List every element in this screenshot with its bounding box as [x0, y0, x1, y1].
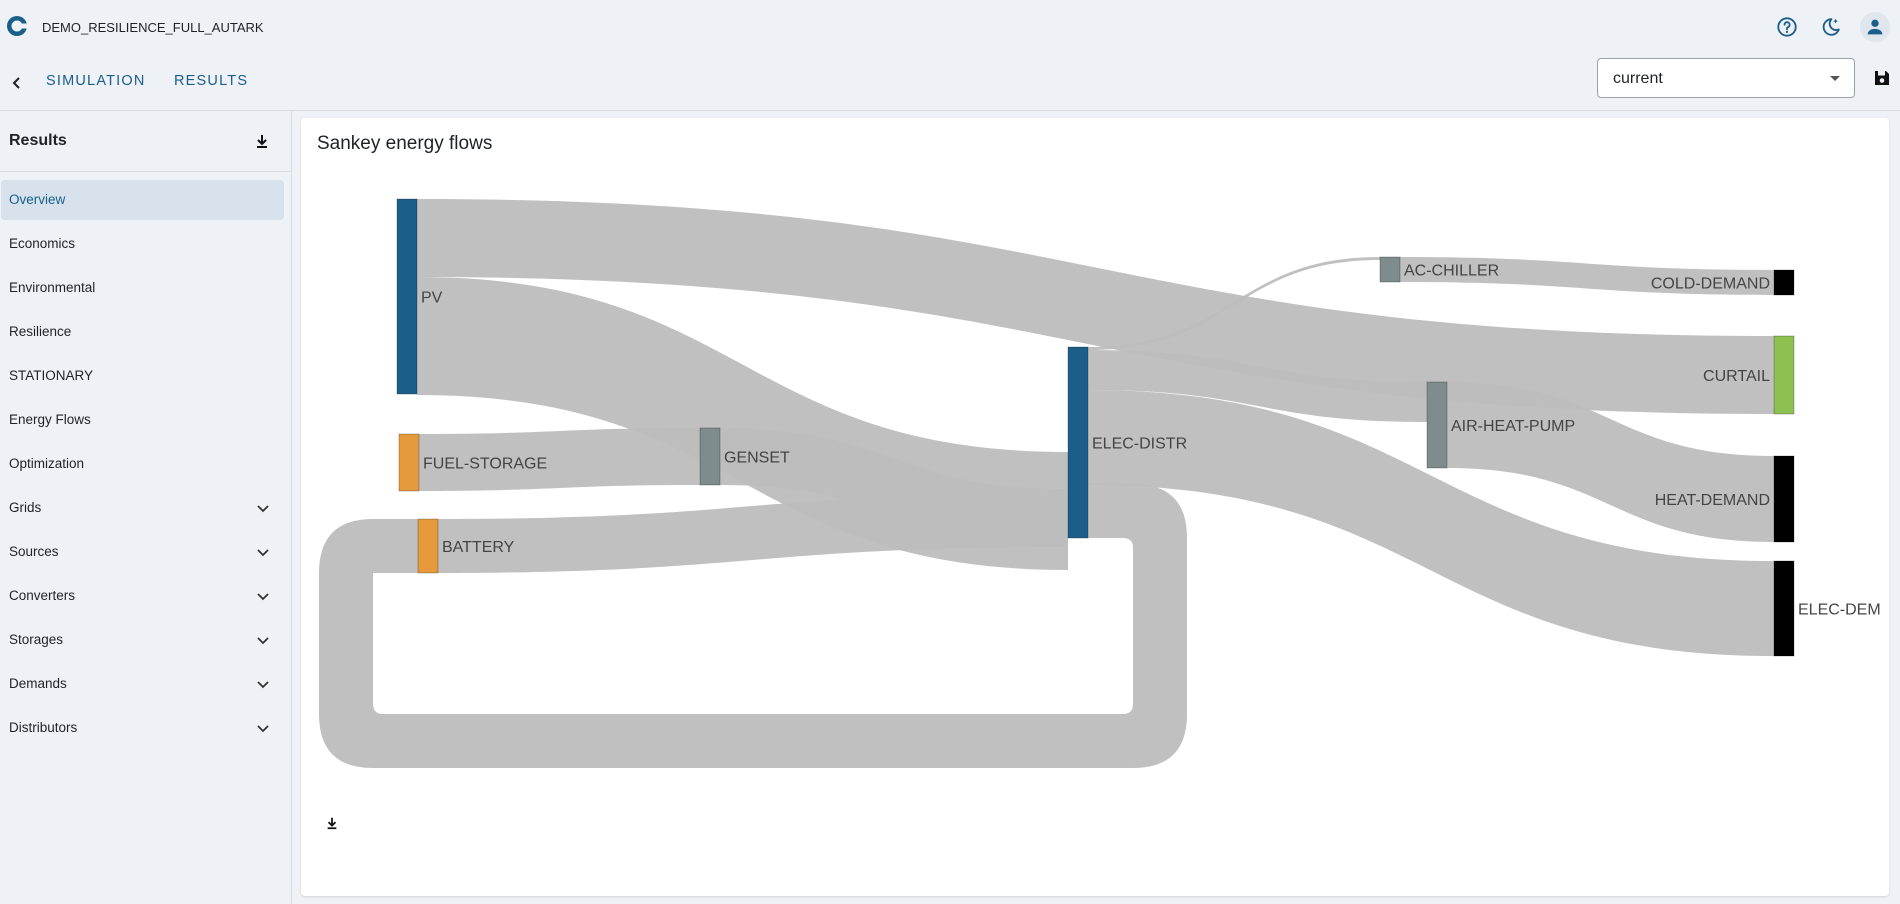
tab-simulation[interactable]: SIMULATION — [46, 73, 146, 89]
sidebar-item-overview[interactable]: Overview — [1, 180, 284, 220]
sidebar-item-grids[interactable]: Grids — [1, 488, 284, 528]
sidebar-item-label: Distributors — [9, 720, 78, 735]
sidebar-item-environmental[interactable]: Environmental — [1, 268, 284, 308]
sankey-node-fuel-storage[interactable] — [398, 433, 420, 492]
download-icon[interactable] — [251, 130, 273, 152]
sidebar-item-distributors[interactable]: Distributors — [1, 708, 284, 748]
sankey-node-genset[interactable] — [699, 427, 721, 486]
sankey-node-elec-dem[interactable] — [1773, 560, 1795, 657]
sidebar-item-label: Optimization — [9, 456, 85, 471]
sidebar-item-label: Overview — [9, 192, 66, 207]
sidebar-item-storages[interactable]: Storages — [1, 620, 284, 660]
sidebar-item-stationary[interactable]: STATIONARY — [1, 356, 284, 396]
sankey-node-heat-demand[interactable] — [1773, 455, 1795, 543]
sankey-node-label: ELEC-DISTR — [1092, 436, 1187, 453]
sidebar-item-label: Environmental — [9, 280, 96, 295]
download-icon[interactable] — [321, 812, 343, 834]
sankey-node-air-heat-pump[interactable] — [1426, 381, 1448, 469]
sankey-node-label: AC-CHILLER — [1404, 263, 1499, 280]
sidebar-item-converters[interactable]: Converters — [1, 576, 284, 616]
chevron-down-icon[interactable] — [255, 588, 271, 604]
chevron-down-icon[interactable] — [255, 544, 271, 560]
sankey-node-ac-chiller[interactable] — [1379, 256, 1401, 283]
sankey-node-label: FUEL-STORAGE — [423, 456, 547, 473]
tab-results[interactable]: RESULTS — [174, 73, 248, 89]
sidebar-item-resilience[interactable]: Resilience — [1, 312, 284, 352]
sankey-chart: PV FUEL-STORAGE BATTERY GENSET ELEC-DISTR AC-… — [319, 198, 1881, 768]
scenario-select[interactable]: current — [1597, 58, 1855, 98]
sidebar-item-label: Energy Flows — [9, 412, 91, 427]
sankey-node-label: HEAT-DEMAND — [1655, 492, 1770, 509]
sankey-node-battery[interactable] — [417, 518, 439, 574]
sidebar-item-label: Economics — [9, 236, 76, 251]
sidebar-item-demands[interactable]: Demands — [1, 664, 284, 704]
help-circle-icon[interactable] — [1772, 12, 1802, 42]
sankey-node-label: PV — [421, 290, 443, 307]
sankey-node-curtail[interactable] — [1773, 335, 1795, 415]
chevron-down-icon[interactable] — [255, 632, 271, 648]
sidebar-item-label: Resilience — [9, 324, 72, 339]
results-sidebar: Results Overview Economics Environmental Re… — [0, 111, 292, 904]
sidebar-item-sources[interactable]: Sources — [1, 532, 284, 572]
sankey-node-label: AIR-HEAT-PUMP — [1451, 418, 1575, 435]
sankey-node-label: GENSET — [724, 450, 790, 467]
top-bar: DEMO_RESILIENCE_FULL_AUTARK — [0, 0, 1900, 54]
sidebar-item-label: Grids — [9, 500, 42, 515]
sankey-node-elec-distr[interactable] — [1067, 346, 1089, 539]
sidebar-header: Results — [0, 111, 291, 172]
nav-row: SIMULATION RESULTS current — [0, 56, 1900, 110]
chevron-down-icon[interactable] — [255, 676, 271, 692]
sankey-node-label: COLD-DEMAND — [1651, 276, 1770, 293]
sankey-node-pv[interactable] — [396, 198, 418, 395]
sidebar-item-label: STATIONARY — [9, 368, 94, 383]
sankey-node-cold-demand[interactable] — [1773, 269, 1795, 296]
caret-down-icon — [1830, 76, 1840, 81]
scenario-select-value: current — [1613, 70, 1663, 87]
sankey-node-label: CURTAIL — [1703, 368, 1770, 385]
sidebar-item-optimization[interactable]: Optimization — [1, 444, 284, 484]
sankey-card: Sankey energy flows PV FUEL-STORAGE BATTER… — [301, 118, 1889, 896]
sankey-node-label: BATTERY — [442, 539, 515, 556]
sidebar-title: Results — [9, 132, 67, 149]
app-logo-icon[interactable] — [6, 15, 28, 37]
sidebar-item-label: Converters — [9, 588, 76, 603]
chevron-left-icon[interactable] — [4, 70, 30, 96]
chevron-down-icon[interactable] — [255, 720, 271, 736]
account-icon[interactable] — [1860, 12, 1890, 42]
sidebar-item-label: Storages — [9, 632, 64, 647]
chevron-down-icon[interactable] — [255, 500, 271, 516]
sidebar-item-label: Demands — [9, 676, 67, 691]
moon-star-icon[interactable] — [1816, 12, 1846, 42]
sidebar-item-energy-flows[interactable]: Energy Flows — [1, 400, 284, 440]
sidebar-item-label: Sources — [9, 544, 59, 559]
floppy-disk-icon[interactable] — [1870, 66, 1894, 90]
sankey-node-label: ELEC-DEM — [1798, 602, 1881, 619]
sidebar-item-economics[interactable]: Economics — [1, 224, 284, 264]
app-title: DEMO_RESILIENCE_FULL_AUTARK — [42, 20, 264, 35]
